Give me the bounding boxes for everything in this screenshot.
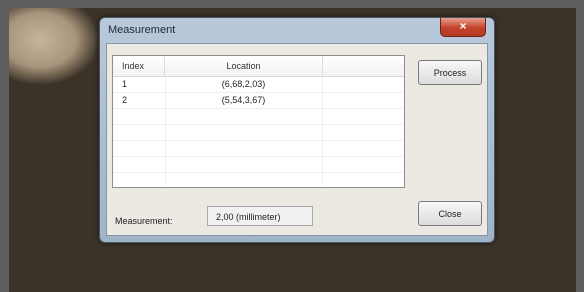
table-row[interactable]: 2 (5,54,3,67)	[113, 93, 404, 109]
empty-row	[113, 141, 404, 157]
image-border-right	[576, 0, 584, 292]
close-icon: ×	[459, 19, 467, 33]
empty-row	[113, 125, 404, 141]
row-index: 1	[122, 79, 128, 89]
column-header-location[interactable]: Location	[165, 56, 323, 76]
location-list[interactable]: Index Location 1 (6,68,2,03) 2 (5,54,3,6…	[112, 55, 405, 188]
process-button[interactable]: Process	[418, 60, 482, 85]
row-index: 2	[122, 95, 128, 105]
measurement-field: 2,00 (millimeter)	[207, 206, 313, 226]
column-header-empty[interactable]	[322, 56, 404, 76]
window-title: Measurement	[108, 24, 176, 36]
column-header-index[interactable]: Index	[113, 56, 165, 76]
dialog-client-area: Index Location 1 (6,68,2,03) 2 (5,54,3,6…	[106, 43, 488, 236]
table-row[interactable]: 1 (6,68,2,03)	[113, 77, 404, 93]
close-window-button[interactable]: ×	[440, 18, 486, 37]
image-border-top	[0, 0, 584, 8]
measurement-label: Measurement:	[115, 216, 173, 226]
row-location: (6,68,2,03)	[221, 79, 266, 89]
list-header: Index Location	[113, 56, 404, 77]
close-button[interactable]: Close	[418, 201, 482, 226]
empty-row	[113, 157, 404, 173]
title-bar[interactable]: Measurement ×	[100, 18, 494, 42]
image-border-left	[0, 0, 9, 292]
measurement-dialog: Measurement × Index Location 1 (6,68,2,0…	[99, 17, 495, 243]
row-location: (5,54,3,67)	[221, 95, 266, 105]
empty-row	[113, 109, 404, 125]
